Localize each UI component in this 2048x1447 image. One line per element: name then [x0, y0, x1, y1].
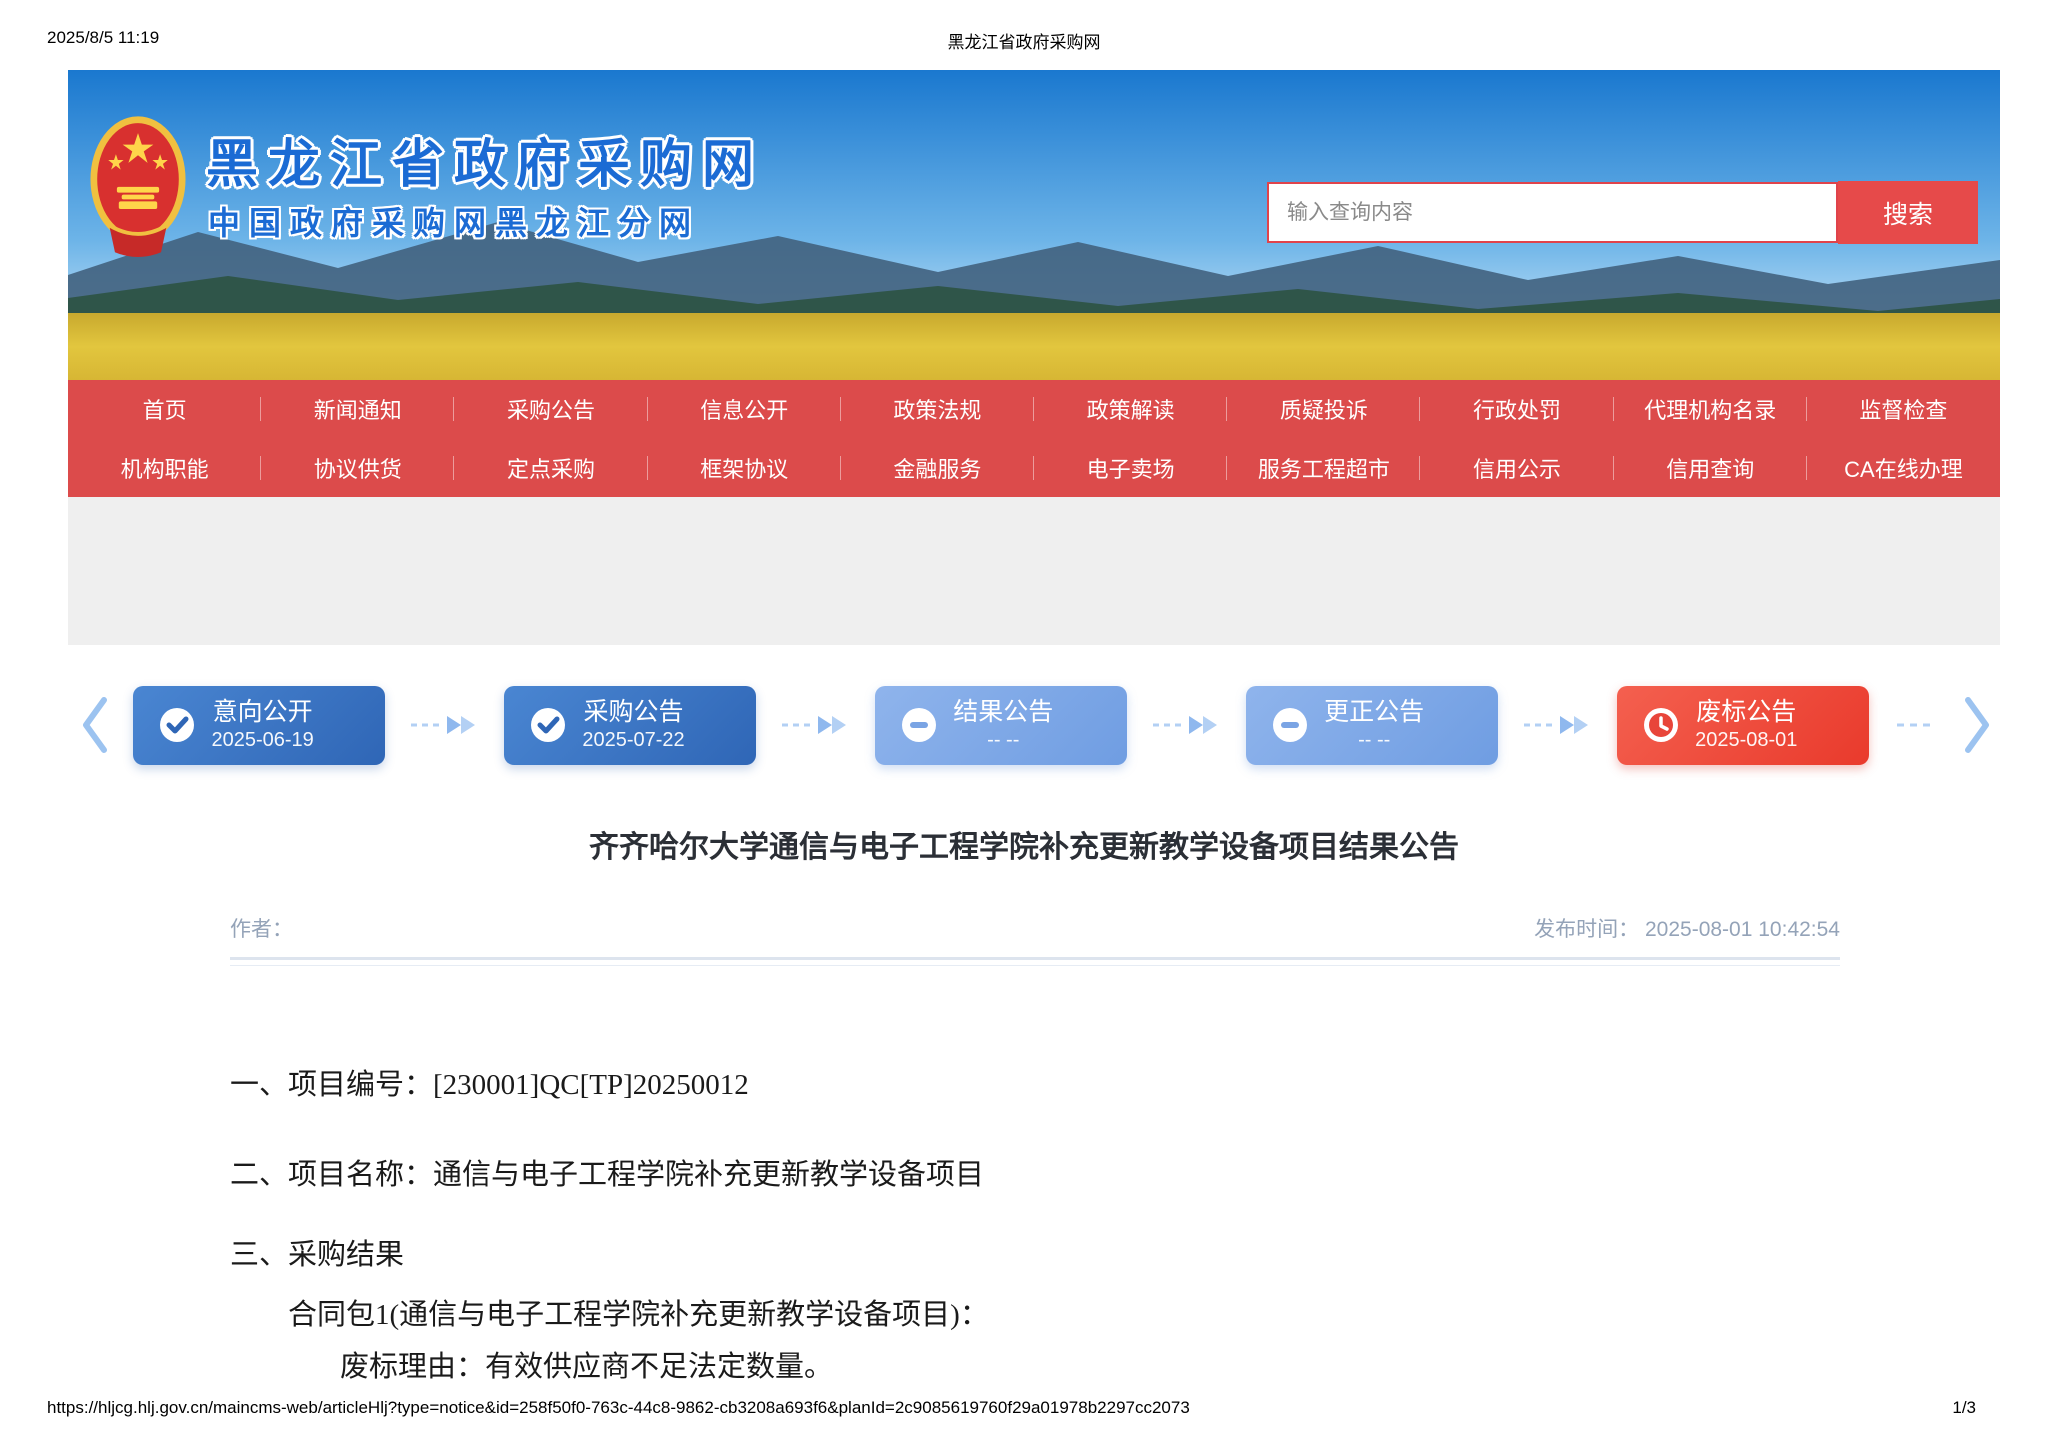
article-meta: 作者： 发布时间： 2025-08-01 10:42:54 [230, 913, 1840, 943]
print-source-url: https://hljcg.hlj.gov.cn/maincms-web/art… [47, 1398, 1190, 1417]
meta-divider [230, 957, 1840, 966]
nav-item-designated-procurement[interactable]: 定点采购 [454, 452, 647, 484]
nav-item-agreement-supply[interactable]: 协议供货 [261, 452, 454, 484]
site-subtitle: 中国政府采购网黑龙江分网 [208, 205, 701, 241]
step-date: 2025-07-22 [582, 729, 685, 751]
check-circle-icon [160, 708, 195, 742]
print-preview-page: 2025/8/5 11:19 黑龙江省政府采购网 黑龙江省政府采购网 中国政府采… [0, 0, 2048, 1447]
check-circle-icon [531, 708, 566, 742]
site-banner: 黑龙江省政府采购网 中国政府采购网黑龙江分网 搜索 [68, 70, 2000, 380]
nav-item-administrative-penalty[interactable]: 行政处罚 [1420, 393, 1613, 425]
nav-item-info-disclosure[interactable]: 信息公开 [648, 393, 841, 425]
article-body: 一、项目编号：[230001]QC[TP]20250012 二、项目名称：通信与… [230, 1060, 1850, 1386]
print-page-number: 1/3 [1952, 1398, 1976, 1417]
step-date: -- -- [987, 729, 1020, 751]
chevron-right-icon[interactable] [1962, 696, 1992, 754]
dash-connector-icon [1896, 723, 1935, 727]
step-label: 结果公告 [953, 698, 1054, 726]
nav-item-credit-query[interactable]: 信用查询 [1614, 452, 1807, 484]
step-label: 采购公告 [583, 698, 684, 726]
minus-circle-icon [902, 708, 937, 742]
search-input[interactable] [1267, 182, 1838, 243]
nav-item-query-complaint[interactable]: 质疑投诉 [1227, 393, 1420, 425]
nav-item-ca-online[interactable]: CA在线办理 [1807, 452, 2000, 484]
paragraph-project-name: 二、项目名称：通信与电子工程学院补充更新教学设备项目 [230, 1159, 985, 1191]
timeline-step-intention-disclosure[interactable]: 意向公开 2025-06-19 [133, 685, 386, 765]
procurement-timeline: 意向公开 2025-06-19 采购公告 2025-07-22 结果公告 -- … [80, 680, 1992, 770]
nav-row-1: 首页 新闻通知 采购公告 信息公开 政策法规 政策解读 质疑投诉 行政处罚 代理… [68, 380, 2000, 438]
timeline-step-result-announcement[interactable]: 结果公告 -- -- [875, 685, 1128, 765]
nav-item-framework-agreement[interactable]: 框架协议 [648, 452, 841, 484]
paragraph-project-number: 一、项目编号：[230001]QC[TP]20250012 [230, 1069, 749, 1101]
step-date: -- -- [1358, 729, 1391, 751]
print-page-title: 黑龙江省政府采购网 [947, 33, 1101, 52]
step-date: 2025-06-19 [211, 729, 314, 751]
paragraph-contract-package: 合同包1(通信与电子工程学院补充更新教学设备项目)： [288, 1299, 989, 1331]
timeline-step-procurement-announcement[interactable]: 采购公告 2025-07-22 [504, 685, 757, 765]
paragraph-procurement-result-heading: 三、采购结果 [230, 1239, 405, 1271]
national-emblem-logo[interactable] [90, 110, 186, 260]
nav-item-credit-publicity[interactable]: 信用公示 [1420, 452, 1613, 484]
step-label: 废标公告 [1696, 698, 1797, 726]
main-navigation: 首页 新闻通知 采购公告 信息公开 政策法规 政策解读 质疑投诉 行政处罚 代理… [68, 380, 2000, 497]
nav-item-org-functions[interactable]: 机构职能 [68, 452, 261, 484]
nav-item-financial-services[interactable]: 金融服务 [841, 452, 1034, 484]
nav-item-policy-interpretation[interactable]: 政策解读 [1034, 393, 1227, 425]
nav-item-agency-directory[interactable]: 代理机构名录 [1614, 393, 1807, 425]
arrow-connector-icon [781, 716, 846, 734]
nav-item-home[interactable]: 首页 [68, 393, 261, 425]
nav-item-procurement-announcement[interactable]: 采购公告 [454, 393, 647, 425]
step-label: 更正公告 [1324, 698, 1425, 726]
clock-icon [1644, 708, 1679, 742]
step-label: 意向公开 [212, 698, 313, 726]
timeline-step-correction-announcement[interactable]: 更正公告 -- -- [1246, 685, 1499, 765]
minus-circle-icon [1273, 708, 1308, 742]
publish-time: 发布时间： 2025-08-01 10:42:54 [1534, 918, 1840, 941]
chevron-left-icon[interactable] [80, 696, 110, 754]
search-button[interactable]: 搜索 [1838, 181, 1978, 244]
nav-item-policy-regulations[interactable]: 政策法规 [841, 393, 1034, 425]
arrow-connector-icon [1523, 716, 1588, 734]
timeline-step-cancellation-announcement[interactable]: 废标公告 2025-08-01 [1617, 685, 1870, 765]
arrow-connector-icon [410, 716, 475, 734]
site-title: 黑龙江省政府采购网 [206, 136, 765, 194]
article-title: 齐齐哈尔大学通信与电子工程学院补充更新教学设备项目结果公告 [589, 831, 1459, 864]
nav-row-2: 机构职能 协议供货 定点采购 框架协议 金融服务 电子卖场 服务工程超市 信用公… [68, 438, 2000, 497]
nav-item-e-marketplace[interactable]: 电子卖场 [1034, 452, 1227, 484]
banner-spacer [68, 497, 2000, 645]
nav-item-service-project-mall[interactable]: 服务工程超市 [1227, 452, 1420, 484]
nav-item-news-notice[interactable]: 新闻通知 [261, 393, 454, 425]
step-date: 2025-08-01 [1695, 729, 1798, 751]
author-label: 作者： [230, 918, 293, 941]
nav-item-supervision-inspection[interactable]: 监督检查 [1807, 393, 2000, 425]
arrow-connector-icon [1152, 716, 1217, 734]
paragraph-cancellation-reason: 废标理由：有效供应商不足法定数量。 [340, 1351, 834, 1383]
